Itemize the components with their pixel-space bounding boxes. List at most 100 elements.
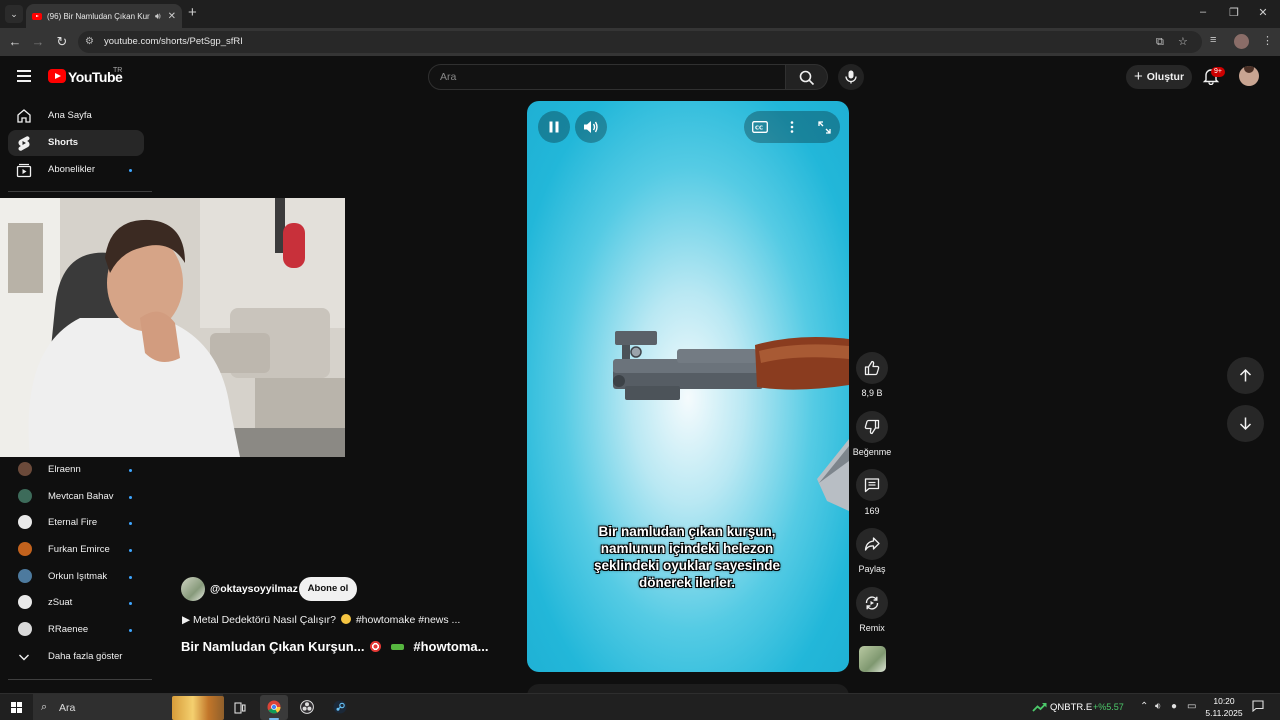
tray-overflow-icon[interactable]: ⌃	[1140, 701, 1148, 712]
video-caption: Bir namludan çıkan kurşun, namlunun için…	[567, 523, 807, 591]
notification-center-icon[interactable]	[1252, 700, 1264, 712]
account-avatar[interactable]	[1239, 66, 1259, 86]
tab-close-icon[interactable]: ✕	[168, 11, 176, 22]
network-icon[interactable]: ▭	[1187, 701, 1196, 712]
browser-toolbar: ← → ↻ ⚙︎ youtube.com/shorts/PetSgp_sfRI …	[0, 28, 1280, 56]
caption-line: şeklindeki oyuklar sayesinde	[593, 558, 781, 573]
search-button[interactable]	[786, 64, 828, 90]
channel-avatar[interactable]	[181, 577, 205, 601]
tab-search-button[interactable]: ⌄	[5, 5, 23, 23]
create-label: Oluştur	[1146, 71, 1185, 83]
channel-avatar	[18, 542, 32, 556]
media-control-icon[interactable]: ≡	[1210, 34, 1216, 46]
taskbar-search-placeholder: Ara	[59, 702, 76, 714]
voice-search-button[interactable]	[838, 64, 864, 90]
install-app-icon[interactable]: ⧉	[1156, 36, 1164, 48]
bookmark-star-icon[interactable]: ☆	[1178, 36, 1188, 48]
remix-label: Remix	[859, 623, 885, 633]
sidebar-show-more[interactable]: Daha fazla göster	[8, 644, 144, 670]
browser-profile-avatar[interactable]	[1234, 34, 1249, 49]
sidebar-channel-eternal-fire[interactable]: Eternal Fire	[8, 510, 144, 536]
thinking-emoji-icon	[340, 614, 351, 624]
share-icon	[864, 537, 880, 551]
sidebar-item-label: Abonelikler	[48, 164, 95, 175]
sidebar-channel-orkun-isitmak[interactable]: Orkun Işıtmak	[8, 564, 144, 590]
channel-name[interactable]: @oktaysoyyilmaz	[210, 583, 298, 595]
subscriptions-icon	[16, 163, 32, 178]
short-title-text: Bir Namludan Çıkan Kurşun...	[181, 639, 365, 654]
tab-audio-icon[interactable]: 🔊︎	[155, 11, 161, 22]
microphone-tray-icon[interactable]: ●	[1171, 701, 1177, 712]
taskbar-chrome[interactable]	[260, 695, 288, 720]
chevron-down-icon	[19, 654, 29, 661]
arrow-down-icon	[1239, 417, 1252, 431]
menu-icon[interactable]	[17, 70, 31, 82]
caption-line: Bir namludan çıkan kurşun,	[598, 524, 776, 539]
dislike-button[interactable]	[856, 411, 888, 443]
channel-avatar	[18, 569, 32, 583]
new-content-dot	[129, 522, 132, 525]
comment-count: 169	[864, 506, 880, 516]
browser-tab[interactable]: (96) Bir Namludan Çıkan Kurşun 🔊︎ ✕	[26, 4, 182, 28]
home-icon	[17, 109, 31, 123]
reload-button[interactable]: ↻	[54, 34, 70, 50]
new-tab-button[interactable]: +	[188, 5, 197, 21]
windows-start-icon[interactable]	[11, 702, 22, 713]
search-input[interactable]: Ara	[428, 64, 786, 90]
sidebar-channel-furkan-emirce[interactable]: Furkan Emirce	[8, 537, 144, 563]
channel-avatar	[18, 489, 32, 503]
youtube-favicon-icon	[32, 12, 42, 20]
channel-avatar	[18, 515, 32, 529]
restore-button[interactable]: ❐	[1227, 6, 1241, 19]
comments-button[interactable]	[856, 469, 888, 501]
minimize-button[interactable]: –	[1196, 6, 1210, 18]
chrome-menu-icon[interactable]: ⋮	[1262, 34, 1273, 47]
related-video-link[interactable]: ▶ Metal Dedektörü Nasıl Çalışır? #howtom…	[182, 614, 460, 626]
sidebar-channel-rraenee[interactable]: RRaenee	[8, 617, 144, 643]
short-title-hashtag[interactable]: #howtoma...	[413, 639, 488, 654]
forward-button[interactable]: →	[30, 34, 46, 50]
short-video-player[interactable]: CC Bir namludan çıkan kurşun, namlunun i…	[527, 101, 849, 672]
sidebar-channel-elraenn[interactable]: Elraenn	[8, 457, 144, 483]
sidebar-item-subscriptions[interactable]: Abonelikler	[8, 157, 144, 183]
taskbar-steam[interactable]	[326, 695, 354, 720]
address-bar[interactable]: ⚙︎ youtube.com/shorts/PetSgp_sfRI ⧉ ☆	[78, 31, 1202, 53]
share-button[interactable]	[856, 528, 888, 560]
sidebar-item-shorts[interactable]: Shorts	[8, 130, 144, 156]
channel-label: Orkun Işıtmak	[48, 571, 108, 582]
dislike-label: Beğenme	[852, 447, 892, 457]
like-count: 8,9 B	[861, 388, 883, 398]
subscribe-button[interactable]: Abone ol	[299, 577, 357, 601]
close-window-button[interactable]: ✕	[1256, 6, 1270, 19]
task-view-icon	[234, 702, 246, 714]
browser-tab-strip: ⌄ (96) Bir Namludan Çıkan Kurşun 🔊︎ ✕ + …	[0, 0, 1280, 28]
task-view-button[interactable]	[226, 695, 254, 720]
stock-change: +%5.57	[1093, 702, 1124, 712]
sidebar-divider	[8, 191, 152, 192]
webcam-overlay	[0, 198, 345, 457]
youtube-logo-icon[interactable]	[48, 69, 66, 83]
clock-time[interactable]: 10:20	[1204, 696, 1244, 706]
sound-thumbnail[interactable]	[859, 646, 886, 672]
remix-button[interactable]	[856, 587, 888, 619]
create-button[interactable]: + Oluştur	[1126, 65, 1192, 89]
speaker-icon[interactable]: 🔉︎	[1155, 701, 1161, 712]
chrome-icon	[267, 700, 281, 714]
sidebar-item-home[interactable]: Ana Sayfa	[8, 103, 144, 129]
comment-icon	[864, 478, 880, 493]
site-info-icon[interactable]: ⚙︎	[85, 36, 97, 48]
sidebar-channel-mevtcan-bahav[interactable]: Mevtcan Bahav	[8, 484, 144, 510]
shorts-icon	[18, 136, 30, 151]
taskbar-obs[interactable]	[293, 695, 321, 720]
stock-ticker[interactable]: QNBTR.E	[1050, 702, 1092, 713]
sidebar-channel-zsuat[interactable]: zSuat	[8, 590, 144, 616]
previous-short-button[interactable]	[1227, 357, 1264, 394]
next-short-button[interactable]	[1227, 405, 1264, 442]
like-button[interactable]	[856, 352, 888, 384]
channel-label: Mevtcan Bahav	[48, 491, 114, 502]
sidebar-item-label: Shorts	[48, 137, 79, 148]
webcam-feed-image	[0, 198, 345, 457]
back-button[interactable]: ←	[7, 34, 23, 50]
clock-date[interactable]: 5.11.2025	[1204, 708, 1244, 718]
dart-emoji-icon	[370, 641, 382, 652]
